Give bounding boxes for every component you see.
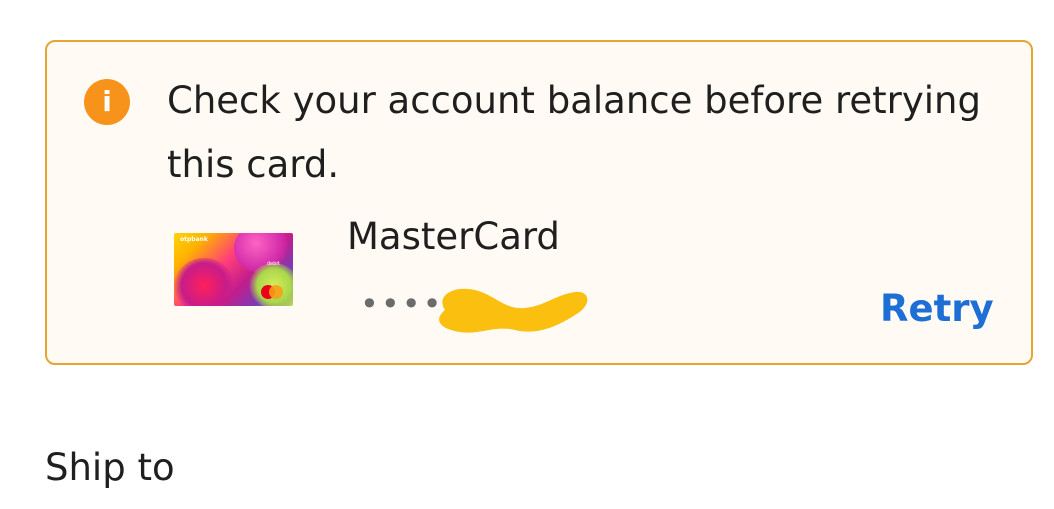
card-debit-label: debit (267, 261, 280, 267)
retry-button[interactable]: Retry (880, 284, 994, 334)
card-image: otpbank debit (174, 233, 293, 306)
info-icon: i (84, 79, 130, 125)
card-art-shape (174, 258, 234, 306)
card-brand-name: MasterCard (347, 215, 560, 258)
mastercard-logo-icon (261, 285, 283, 299)
ship-to-heading: Ship to (45, 446, 175, 489)
alert-message: Check your account balance before retryi… (167, 79, 981, 186)
redaction-scribble (439, 288, 588, 333)
card-bank-logo: otpbank (180, 236, 208, 243)
